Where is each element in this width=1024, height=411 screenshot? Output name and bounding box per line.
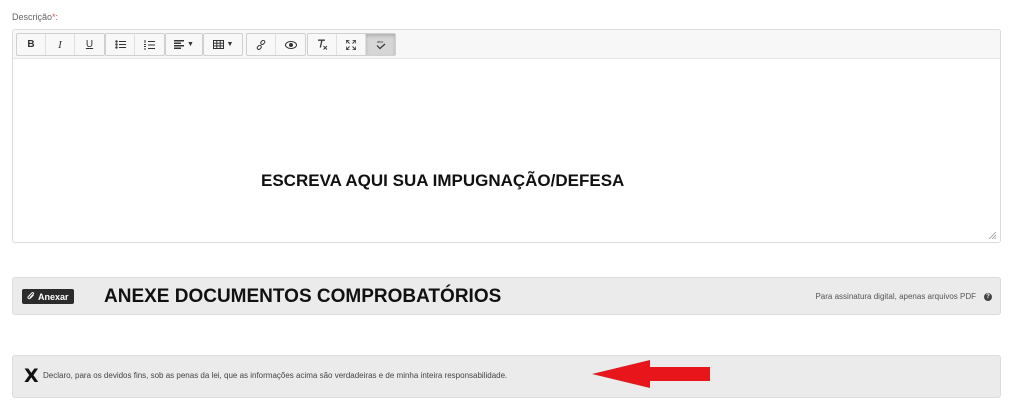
paperclip-icon (27, 292, 35, 300)
chevron-down-icon: ▼ (187, 41, 194, 48)
label-colon: : (55, 12, 59, 22)
link-icon (256, 39, 266, 50)
attach-button-label: Anexar (38, 291, 69, 302)
declaration-checkbox-mark[interactable]: X (24, 365, 39, 387)
attach-button[interactable]: Anexar (22, 289, 74, 304)
attachments-panel: Anexar ANEXE DOCUMENTOS COMPROBATÓRIOS P… (12, 277, 1001, 315)
eye-icon (284, 40, 297, 49)
table-group: ▼ (203, 33, 243, 56)
align-dropdown[interactable]: ▼ (166, 34, 202, 55)
list-group (105, 33, 165, 56)
clear-format-button[interactable] (308, 34, 337, 55)
align-group: ▼ (165, 33, 203, 56)
italic-button[interactable]: I (46, 34, 75, 55)
resize-handle-icon[interactable] (988, 231, 996, 239)
declaration-text: Declaro, para os devidos fins, sob as pe… (43, 371, 508, 380)
bullet-list-icon (114, 40, 126, 49)
red-arrow-annotation (592, 360, 710, 388)
fullscreen-button[interactable] (337, 34, 366, 55)
numbered-list-icon (144, 39, 155, 49)
misc-group: abc (307, 33, 396, 56)
declaration-panel: X Declaro, para os devidos fins, sob as … (12, 355, 1001, 398)
underline-button[interactable]: U (75, 34, 104, 55)
numbered-list-button[interactable] (135, 34, 164, 55)
svg-text:abc: abc (377, 40, 383, 44)
align-left-icon (174, 40, 185, 49)
description-label: Descrição*: (12, 12, 58, 22)
link-group (246, 33, 306, 56)
clear-format-icon (317, 39, 327, 50)
bullet-list-button[interactable] (106, 34, 135, 55)
link-button[interactable] (247, 34, 276, 55)
fullscreen-icon (346, 39, 356, 50)
chevron-down-icon: ▼ (226, 41, 234, 48)
html-source-icon: abc (376, 40, 385, 50)
text-style-group: B I U (16, 33, 105, 56)
table-dropdown[interactable]: ▼ (204, 34, 242, 55)
pdf-hint-text: Para assinatura digital, apenas arquivos… (815, 292, 976, 301)
preview-button[interactable] (276, 34, 305, 55)
bold-button[interactable]: B (17, 34, 46, 55)
editor-content-text: ESCREVA AQUI SUA IMPUGNAÇÃO/DEFESA (261, 171, 625, 190)
html-source-button[interactable]: abc (366, 34, 395, 55)
help-icon[interactable]: ? (984, 293, 992, 301)
editor-toolbar: B I U ▼ ▼ abc (13, 30, 1000, 59)
arrow-shape (592, 360, 710, 388)
attach-heading: ANEXE DOCUMENTOS COMPROBATÓRIOS (104, 286, 502, 307)
rich-text-editor: B I U ▼ ▼ abc ESCREVA AQUI SUA IMPUGNAÇÃ… (12, 29, 1001, 243)
table-icon (212, 40, 224, 49)
editor-content-area[interactable]: ESCREVA AQUI SUA IMPUGNAÇÃO/DEFESA (13, 60, 1000, 242)
description-label-text: Descrição (12, 12, 53, 22)
